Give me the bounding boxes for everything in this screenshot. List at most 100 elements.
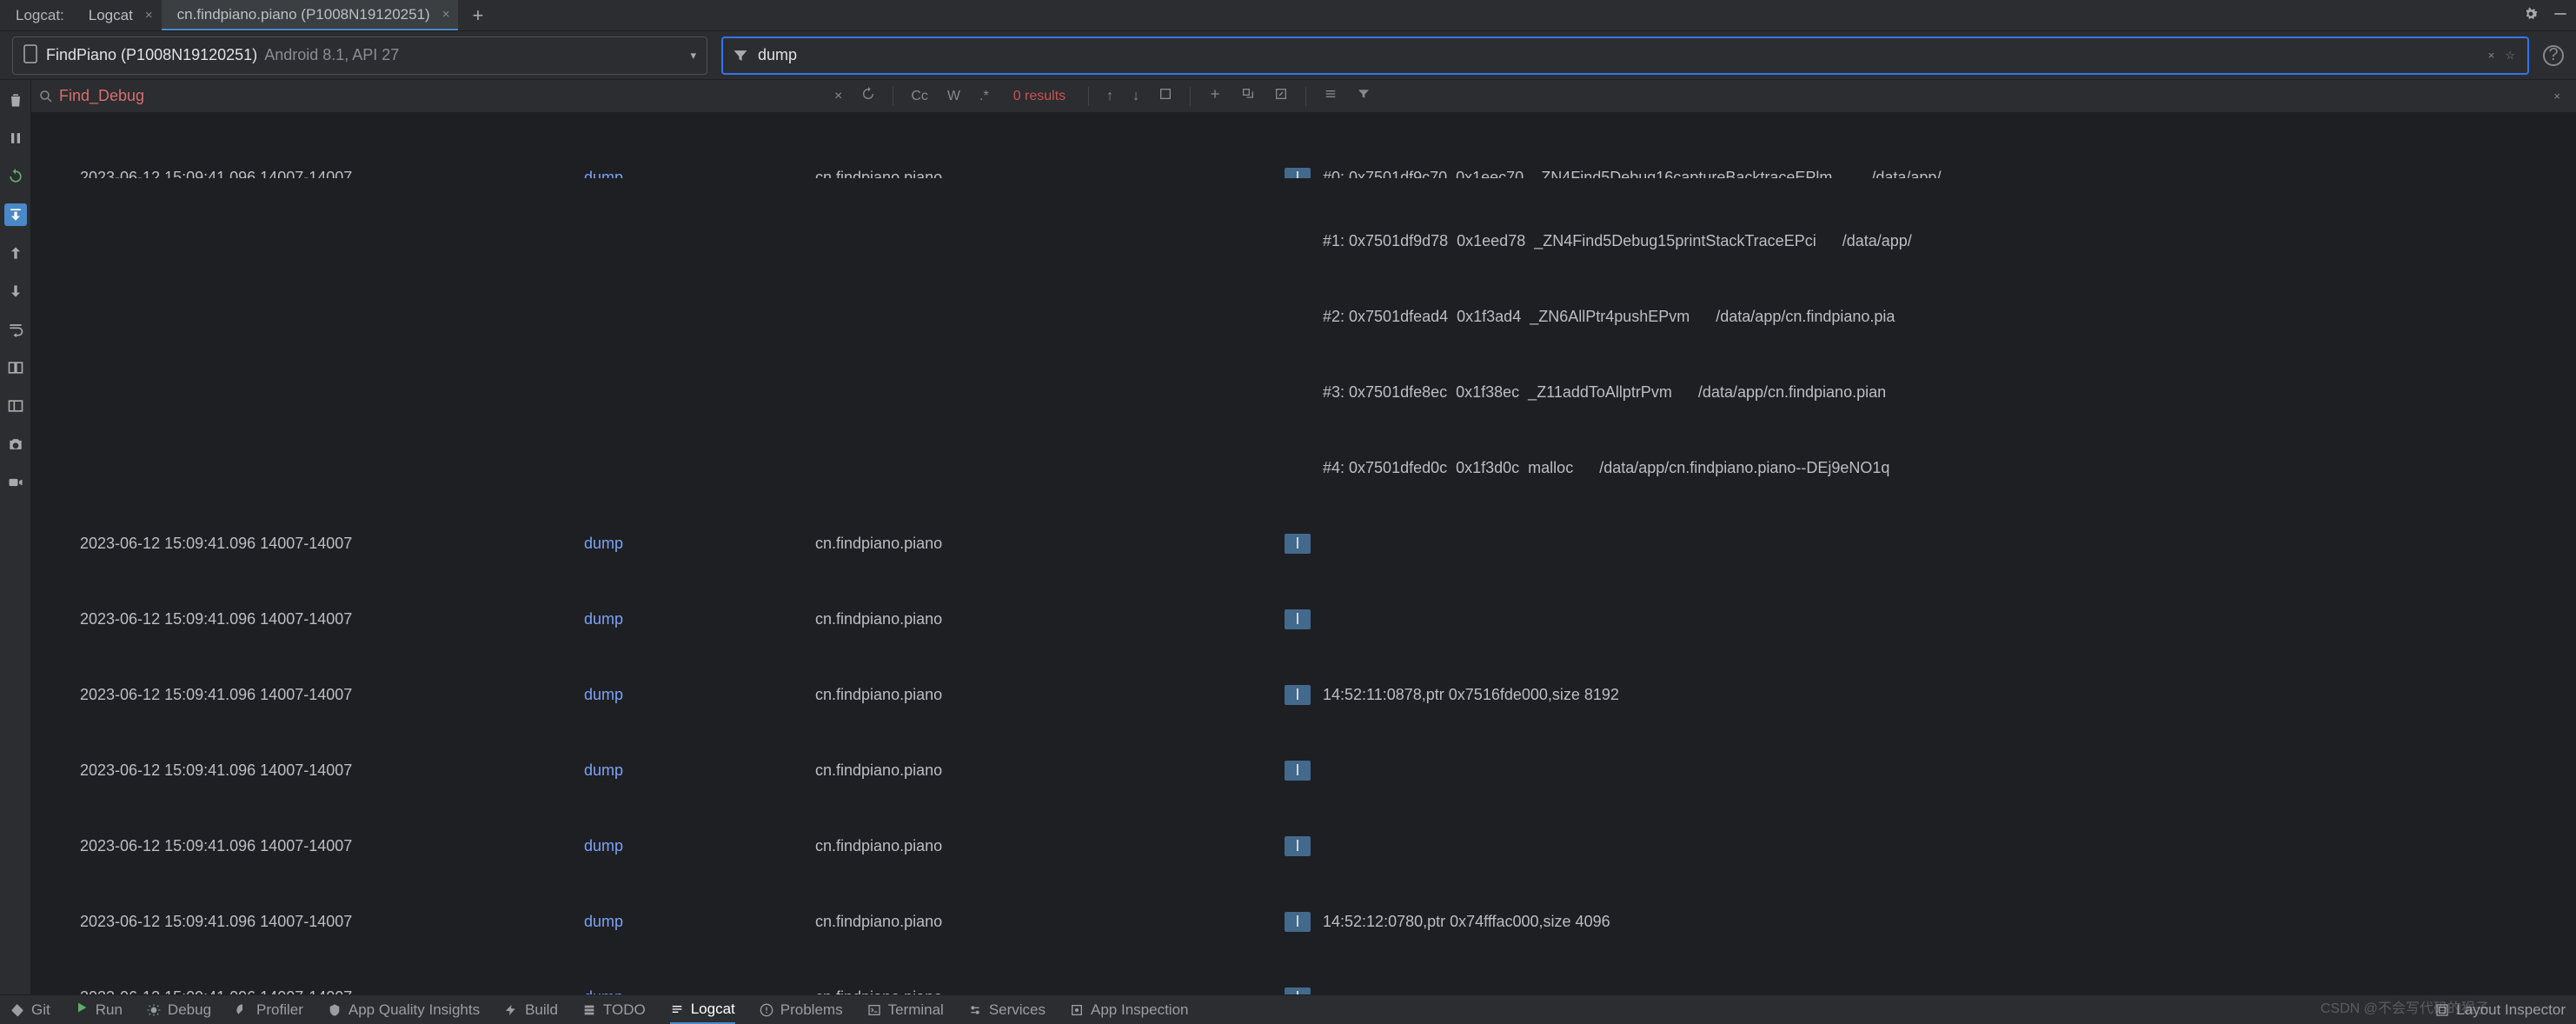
chevron-down-icon: ▾ [690, 49, 696, 63]
log-message [1323, 607, 2576, 632]
log-package: cn.findpiano.piano [815, 682, 1285, 708]
log-timestamp: 2023-06-12 15:09:41.096 14007-14007 [80, 909, 584, 934]
log-level-badge: I [1285, 534, 1311, 554]
log-level-badge: I [1285, 168, 1311, 178]
select-occurrence-icon[interactable] [1236, 87, 1260, 105]
filter-input[interactable] [758, 46, 2478, 64]
pause-icon[interactable] [4, 127, 27, 150]
trash-icon[interactable] [4, 89, 27, 111]
layout-icon[interactable] [4, 395, 27, 417]
regex-toggle[interactable]: .* [974, 89, 994, 104]
tab-app[interactable]: cn.findpiano.piano (P1008N19120251) × [162, 0, 459, 30]
settings-list-icon[interactable] [1318, 87, 1343, 105]
log-view[interactable]: 2023-06-12 15:09:41.096 14007-14007dumpc… [31, 113, 2576, 994]
log-tag: dump [584, 834, 815, 859]
log-timestamp: 2023-06-12 15:09:41.096 14007-14007 [80, 607, 584, 632]
log-package: cn.findpiano.piano [815, 531, 1285, 556]
log-message [1323, 758, 2576, 783]
log-package: cn.findpiano.piano [815, 834, 1285, 859]
tool-git[interactable]: Git [10, 1001, 50, 1019]
tool-app-inspection[interactable]: App Inspection [1070, 1001, 1188, 1019]
log-level-badge: I [1285, 685, 1311, 705]
log-package: cn.findpiano.piano [815, 607, 1285, 632]
log-message: #4: 0x7501dfed0c 0x1f3d0c malloc /data/a… [1323, 455, 1889, 481]
star-icon[interactable]: ☆ [2501, 49, 2519, 63]
tool-run[interactable]: Run [75, 1001, 123, 1019]
split-icon[interactable] [4, 356, 27, 379]
log-level-badge: I [1285, 836, 1311, 856]
down-arrow-icon[interactable] [4, 280, 27, 303]
log-tag: dump [584, 909, 815, 934]
tool-build[interactable]: Build [504, 1001, 558, 1019]
history-icon[interactable] [856, 87, 880, 105]
search-icon [38, 89, 54, 104]
log-message: #3: 0x7501dfe8ec 0x1f38ec _Z11addToAllpt… [1323, 380, 1886, 405]
log-message [1323, 985, 2576, 994]
clear-filter-icon[interactable]: × [2485, 49, 2499, 63]
log-message [1323, 834, 2576, 859]
restart-icon[interactable] [4, 165, 27, 188]
log-message: 14:52:11:0878,ptr 0x7516fde000,size 8192 [1323, 682, 2576, 708]
tool-app-quality[interactable]: App Quality Insights [328, 1001, 480, 1019]
tool-profiler[interactable]: Profiler [236, 1001, 303, 1019]
log-tag: dump [584, 758, 815, 783]
close-icon[interactable]: × [142, 8, 156, 23]
device-name: FindPiano (P1008N19120251) [46, 46, 257, 64]
soft-wrap-icon[interactable] [4, 318, 27, 341]
tool-todo[interactable]: TODO [582, 1001, 646, 1019]
panel-label: Logcat: [7, 7, 73, 24]
screenshot-icon[interactable] [4, 433, 27, 455]
close-icon[interactable]: × [439, 7, 454, 22]
tool-logcat[interactable]: Logcat [670, 995, 735, 1024]
close-search-icon[interactable]: × [2545, 90, 2569, 103]
log-message: 14:52:12:0780,ptr 0x74fffac000,size 4096 [1323, 909, 2576, 934]
add-tab-button[interactable]: + [458, 4, 497, 27]
log-message: #1: 0x7501df9d78 0x1eed78 _ZN4Find5Debug… [1323, 229, 1912, 254]
log-tag: dump [584, 531, 815, 556]
log-package: cn.findpiano.piano [815, 909, 1285, 934]
log-timestamp: 2023-06-12 15:09:41.096 14007-14007 [80, 834, 584, 859]
log-timestamp: 2023-06-12 15:09:41.096 14007-14007 [80, 531, 584, 556]
search-results-count: 0 results [1003, 89, 1076, 104]
match-case-toggle[interactable]: Cc [906, 89, 933, 104]
log-timestamp: 2023-06-12 15:09:41.096 14007-14007 [80, 758, 584, 783]
remove-occurrence-icon[interactable] [1269, 87, 1293, 105]
next-match-icon[interactable]: ↓ [1127, 89, 1145, 104]
tab-label: Logcat [89, 7, 133, 24]
log-level-badge: I [1285, 609, 1311, 629]
tool-problems[interactable]: Problems [760, 1001, 843, 1019]
search-input[interactable] [59, 87, 824, 105]
filter-input-wrapper[interactable]: × ☆ [721, 37, 2529, 75]
log-package: cn.findpiano.piano [815, 165, 1285, 178]
scroll-to-end-icon[interactable] [4, 203, 27, 226]
tool-debug[interactable]: Debug [147, 1001, 211, 1019]
device-selector[interactable]: FindPiano (P1008N19120251) Android 8.1, … [12, 37, 707, 75]
gear-icon[interactable] [2522, 5, 2539, 25]
words-toggle[interactable]: W [942, 89, 966, 104]
prev-match-icon[interactable]: ↑ [1101, 89, 1119, 104]
tool-terminal[interactable]: Terminal [867, 1001, 944, 1019]
clear-search-icon[interactable]: × [829, 89, 847, 104]
log-message [1323, 531, 2576, 556]
select-all-icon[interactable] [1153, 87, 1178, 105]
tab-logcat[interactable]: Logcat × [73, 0, 162, 30]
log-timestamp: 2023-06-12 15:09:41.096 14007-14007 [80, 165, 584, 178]
up-arrow-icon[interactable] [4, 242, 27, 264]
add-selection-icon[interactable] [1203, 87, 1227, 105]
tool-services[interactable]: Services [968, 1001, 1046, 1019]
log-timestamp: 2023-06-12 15:09:41.096 14007-14007 [80, 985, 584, 994]
tool-layout-inspector[interactable]: Layout Inspector [2435, 1001, 2566, 1019]
device-os: Android 8.1, API 27 [264, 46, 399, 64]
tab-label: cn.findpiano.piano (P1008N19120251) [177, 6, 430, 23]
log-package: cn.findpiano.piano [815, 758, 1285, 783]
log-tag: dump [584, 607, 815, 632]
log-level-badge: I [1285, 912, 1311, 932]
log-message: #0: 0x7501df9c70 0x1eec70 _ZN4Find5Debug… [1323, 165, 2576, 178]
log-tag: dump [584, 682, 815, 708]
help-icon[interactable]: ? [2543, 45, 2564, 66]
log-message: #2: 0x7501dfead4 0x1f3ad4 _ZN6AllPtr4pus… [1323, 304, 1895, 329]
filter-funnel-icon[interactable] [1351, 87, 1376, 105]
record-icon[interactable] [4, 471, 27, 494]
log-level-badge: I [1285, 761, 1311, 781]
minimize-icon[interactable] [2552, 5, 2569, 25]
